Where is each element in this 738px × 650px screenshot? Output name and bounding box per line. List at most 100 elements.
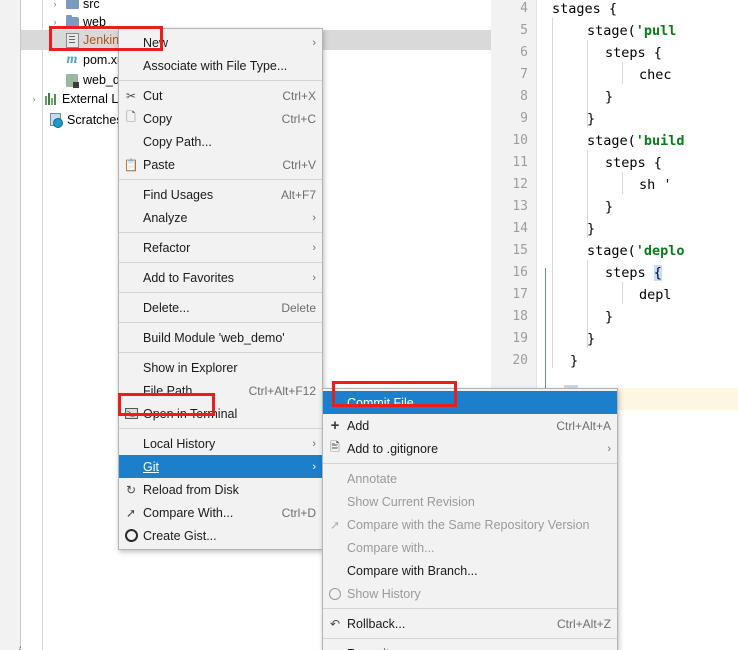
indent-guide (622, 282, 623, 304)
menu-item-label: Show Current Revision (347, 494, 475, 509)
folder-icon (63, 15, 81, 27)
line-number: 11 (512, 155, 528, 170)
menu-item-shortcut: Ctrl+Alt+A (556, 418, 611, 433)
code-line: } (570, 353, 579, 369)
menu-item-shortcut: Alt+F7 (280, 187, 316, 202)
github-icon (119, 529, 143, 542)
menu-item-compare-with[interactable]: ➚ Compare With... Ctrl+D (119, 501, 322, 524)
menu-item-copy[interactable]: 🗋 Copy Ctrl+C (119, 107, 322, 130)
code-line: steps { (605, 265, 662, 281)
menu-item-open-in-terminal[interactable]: >_ Open in Terminal (119, 402, 322, 425)
context-menu[interactable]: New › Associate with File Type... ✂ Cut … (118, 28, 323, 550)
chevron-right-icon[interactable]: › (47, 17, 63, 27)
editor-change-marker (545, 268, 546, 390)
folder-icon (63, 0, 81, 9)
submenu-item-show-current-revision: Show Current Revision (323, 490, 617, 513)
library-icon (42, 93, 60, 105)
menu-item-find-usages[interactable]: Find Usages Alt+F7 (119, 183, 322, 206)
war-module-icon (63, 73, 81, 88)
code-line: stage('build (587, 133, 685, 149)
line-number: 17 (512, 287, 528, 302)
menu-item-shortcut: Ctrl+Alt+Z (556, 616, 611, 631)
menu-separator (119, 80, 322, 81)
maven-icon: m (66, 52, 78, 67)
submenu-item-add[interactable]: + Add Ctrl+Alt+A (323, 414, 617, 437)
menu-item-reload-from-disk[interactable]: ↻ Reload from Disk (119, 478, 322, 501)
menu-item-build-module[interactable]: Build Module 'web_demo' (119, 326, 322, 349)
menu-item-add-to-favorites[interactable]: Add to Favorites › (119, 266, 322, 289)
chevron-right-icon: › (312, 271, 316, 284)
chevron-right-icon: › (312, 211, 316, 224)
menu-item-create-gist[interactable]: Create Gist... (119, 524, 322, 547)
menu-item-file-path[interactable]: File Path Ctrl+Alt+F12 (119, 379, 322, 402)
chevron-right-icon: › (312, 437, 316, 450)
menu-separator (119, 352, 322, 353)
menu-item-cut[interactable]: ✂ Cut Ctrl+X (119, 84, 322, 107)
code-line: stages { (552, 1, 618, 17)
git-submenu[interactable]: Commit File... + Add Ctrl+Alt+A 🖹 Add to… (322, 388, 618, 650)
code-line: } (605, 309, 614, 325)
line-number: 7 (520, 67, 528, 82)
file-icon (63, 32, 81, 48)
submenu-item-add-to-gitignore[interactable]: 🖹 Add to .gitignore › (323, 437, 617, 460)
menu-separator (119, 262, 322, 263)
menu-item-local-history[interactable]: Local History › (119, 432, 322, 455)
menu-item-show-in-explorer[interactable]: Show in Explorer (119, 356, 322, 379)
paste-icon: 📋 (123, 157, 139, 172)
menu-item-analyze[interactable]: Analyze › (119, 206, 322, 229)
menu-item-label: Paste (143, 157, 175, 172)
menu-separator (323, 638, 617, 639)
menu-separator (119, 179, 322, 180)
menu-item-label: Repository (347, 647, 597, 650)
menu-item-label: File Path (143, 383, 193, 398)
tree-item-label: src (83, 0, 100, 11)
scratches-icon (47, 113, 65, 128)
menu-item-shortcut: Ctrl+C (281, 111, 316, 126)
menu-item-git[interactable]: Git › (119, 455, 322, 478)
menu-item-shortcut: Ctrl+V (282, 157, 316, 172)
compare-icon: ➚ (125, 505, 137, 520)
menu-item-associate-with-file-type[interactable]: Associate with File Type... (119, 54, 322, 77)
menu-item-label: Local History (143, 436, 216, 451)
left-tool-window-strip: ★Favorites (0, 0, 30, 650)
clock-icon (323, 587, 347, 600)
copy-icon: 🗋 (126, 110, 136, 124)
code-line: steps { (605, 155, 662, 171)
editor-gutter[interactable]: 4 5 6 7 8 9 10 11 12 13 14 15 16 17 18 1… (491, 0, 537, 390)
menu-item-label: Refactor (143, 240, 191, 255)
menu-item-paste[interactable]: 📋 Paste Ctrl+V (119, 153, 322, 176)
menu-item-label: Create Gist... (143, 528, 217, 543)
menu-item-refactor[interactable]: Refactor › (119, 236, 322, 259)
submenu-item-compare-with-branch[interactable]: Compare with Branch... (323, 559, 617, 582)
submenu-item-rollback[interactable]: ↶ Rollback... Ctrl+Alt+Z (323, 612, 617, 635)
chevron-right-icon[interactable]: › (26, 94, 42, 104)
menu-separator (119, 292, 322, 293)
line-number: 14 (512, 221, 528, 236)
submenu-item-commit-file[interactable]: Commit File... (323, 391, 617, 414)
reload-icon: ↻ (125, 482, 137, 497)
menu-item-delete[interactable]: Delete... Delete (119, 296, 322, 319)
menu-item-label: Compare With... (143, 505, 234, 520)
line-number: 5 (520, 23, 528, 38)
menu-item-label: Delete... (143, 300, 190, 315)
chevron-right-icon[interactable]: › (47, 0, 63, 9)
menu-item-label: Reload from Disk (143, 482, 239, 497)
menu-item-label: Commit File... (347, 395, 425, 410)
menu-separator (119, 232, 322, 233)
menu-item-label: Compare with Branch... (347, 563, 478, 578)
submenu-item-compare-same-repo-version: ➚ Compare with the Same Repository Versi… (323, 513, 617, 536)
code-text-area[interactable]: stages { stage('pull steps { chec } } st… (537, 0, 738, 390)
line-number: 8 (520, 89, 528, 104)
code-line: } (587, 221, 596, 237)
menu-separator (323, 608, 617, 609)
submenu-item-repository[interactable]: Repository › (323, 642, 617, 650)
menu-separator (119, 322, 322, 323)
menu-item-label: Cut (143, 88, 163, 103)
menu-item-label: Show in Explorer (143, 360, 238, 375)
code-line: } (605, 199, 614, 215)
menu-item-copy-path[interactable]: Copy Path... (119, 130, 322, 153)
submenu-item-show-history: Show History (323, 582, 617, 605)
rollback-icon: ↶ (329, 616, 341, 631)
menu-item-new[interactable]: New › (119, 31, 322, 54)
code-line: chec (639, 67, 672, 83)
